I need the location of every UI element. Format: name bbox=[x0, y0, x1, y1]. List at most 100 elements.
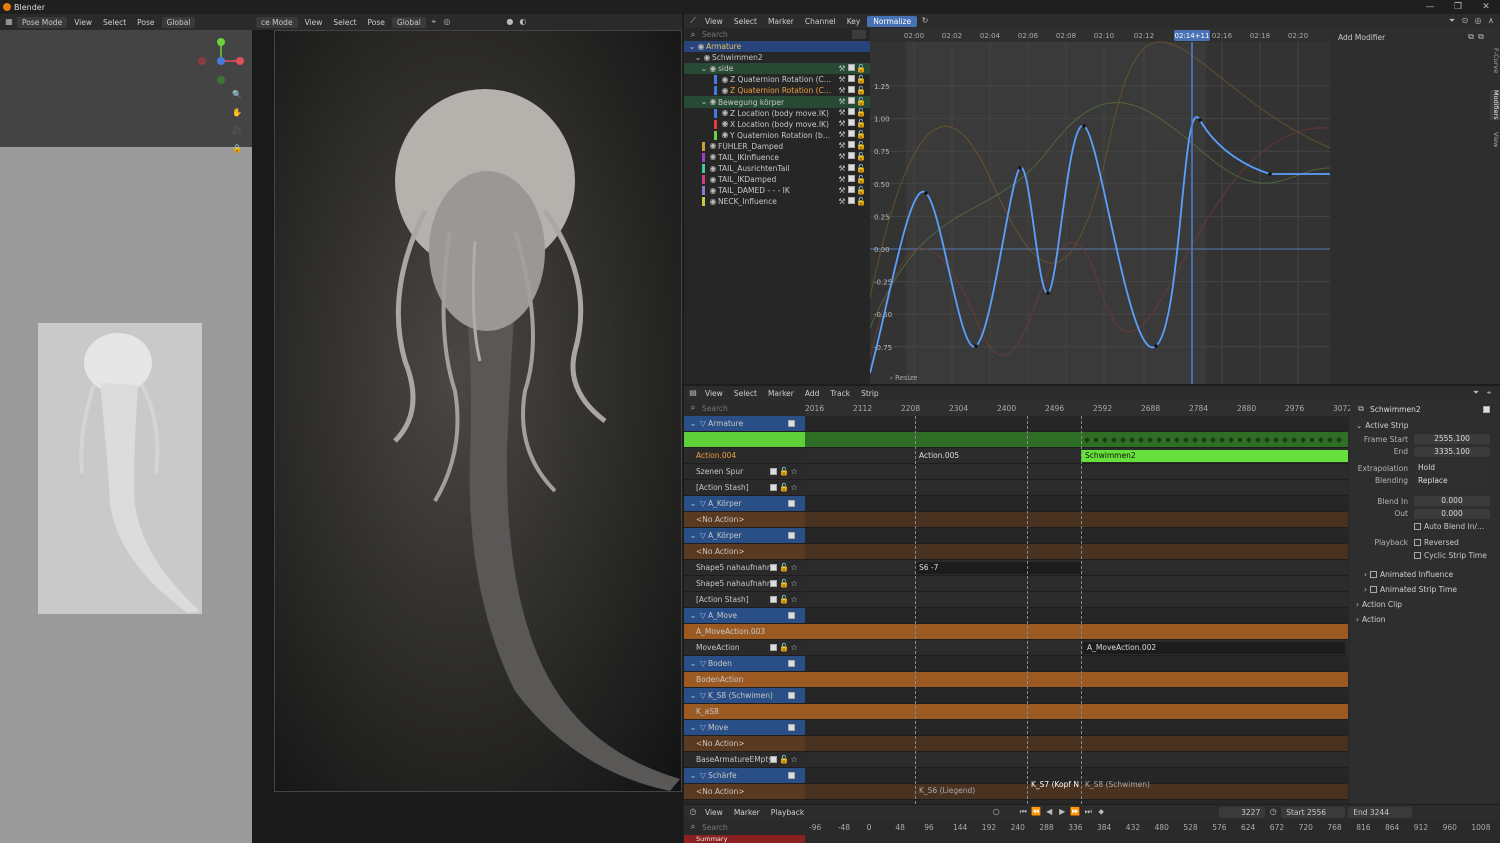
start-frame-field[interactable]: Start 2556 bbox=[1281, 806, 1346, 818]
nla-channel-row[interactable]: BaseArmatureEMptyAc 🔓☆ bbox=[684, 752, 805, 768]
nla-menu-view[interactable]: View bbox=[701, 389, 727, 398]
menu-view[interactable]: View bbox=[70, 18, 96, 27]
graph-canvas[interactable]: 02:00 02:02 02:04 02:06 02:08 02:10 02:12 02:16… bbox=[869, 28, 1331, 384]
orientation-dropdown[interactable]: Global bbox=[161, 16, 196, 28]
nla-menu-add[interactable]: Add bbox=[801, 389, 824, 398]
nla-channel-row[interactable]: K_aS8 bbox=[684, 704, 805, 720]
graph-search-bar[interactable]: ⌕ Search bbox=[684, 28, 870, 41]
nla-enable-checkbox[interactable] bbox=[788, 532, 795, 539]
strip-name[interactable]: Schwimmen2 bbox=[1370, 405, 1479, 414]
nla-track-lane[interactable] bbox=[805, 720, 1348, 736]
play-icon[interactable]: ▶ bbox=[1057, 807, 1067, 817]
section-active-strip[interactable]: ⌄ Active Strip bbox=[1356, 418, 1490, 433]
expand-arrow-icon[interactable] bbox=[706, 119, 714, 129]
navigation-gizmo[interactable] bbox=[196, 36, 252, 108]
graph-menu-view[interactable]: View bbox=[701, 17, 727, 26]
paste-modifier-icon[interactable]: ⧉ bbox=[1476, 32, 1486, 42]
blend-out-field[interactable]: 0.000 bbox=[1414, 508, 1490, 519]
prev-key-icon[interactable]: ⏪ bbox=[1031, 807, 1041, 817]
track-mute-checkbox[interactable] bbox=[770, 484, 777, 491]
modifier-wrench-icon[interactable]: ⚒ bbox=[837, 164, 847, 174]
graph-channel-row[interactable]: ⌄ ◉ Schwimmen2 bbox=[684, 52, 870, 63]
sidebar-tab-modifiers[interactable]: Modifiers bbox=[1490, 90, 1500, 120]
lock-icon[interactable]: 🔒 bbox=[232, 144, 242, 154]
snap-icon[interactable]: ⌖ bbox=[429, 17, 439, 27]
strip-action-005[interactable]: Action.005 bbox=[915, 450, 1079, 462]
shading-material-icon[interactable]: ◐ bbox=[518, 17, 528, 27]
solo-star-icon[interactable]: ☆ bbox=[789, 563, 799, 573]
modifier-wrench-icon[interactable]: ⚒ bbox=[837, 64, 847, 74]
graph-channel-row[interactable]: ◉ TAIL_AusrichtenTail ⚒ 🔓 bbox=[684, 163, 870, 174]
track-lock-icon[interactable]: 🔓 bbox=[779, 643, 789, 653]
menu-select-2[interactable]: Select bbox=[329, 18, 360, 27]
modifier-wrench-icon[interactable]: ⚒ bbox=[837, 152, 847, 162]
visibility-eye-icon[interactable]: ◉ bbox=[708, 152, 718, 162]
nla-channel-row[interactable]: ⌄ ▽ K_S8 (Schwimen) bbox=[684, 688, 805, 704]
modifier-wrench-icon[interactable]: ⚒ bbox=[837, 86, 847, 96]
nla-track-lane[interactable] bbox=[805, 592, 1348, 608]
nla-enable-checkbox[interactable] bbox=[788, 692, 795, 699]
solo-star-icon[interactable]: ☆ bbox=[789, 755, 799, 765]
nla-channel-row[interactable]: A_MoveAction.003 bbox=[684, 624, 805, 640]
nla-track-lane[interactable] bbox=[805, 704, 1348, 720]
nla-track-lane[interactable] bbox=[805, 688, 1348, 704]
nla-channel-row[interactable]: ⌄ ▽ A_Körper bbox=[684, 528, 805, 544]
auto-blend-checkbox[interactable] bbox=[1414, 522, 1421, 530]
nla-track-lane[interactable] bbox=[805, 496, 1348, 512]
visibility-eye-icon[interactable]: ◉ bbox=[708, 97, 718, 107]
visibility-eye-icon[interactable]: ◉ bbox=[708, 141, 718, 151]
timeline-search[interactable]: ⌕ Search bbox=[684, 820, 805, 834]
graph-channel-row[interactable]: ◉Y Quaternion Rotation (body move.IK)⚒🔓 bbox=[684, 130, 870, 141]
track-mute-checkbox[interactable] bbox=[770, 468, 777, 475]
timeline[interactable]: ◷ View Marker Playback ○ ⏮ ⏪ ◀ ▶ ⏩ ⏭ ⬥ 3… bbox=[684, 805, 1500, 843]
keyframe-point[interactable] bbox=[924, 191, 928, 195]
channel-lock-icon[interactable]: 🔓 bbox=[856, 108, 866, 118]
channel-lock-icon[interactable]: 🔓 bbox=[856, 64, 866, 74]
expand-arrow-icon[interactable]: ⌄ bbox=[688, 723, 698, 733]
timeline-editor-type-icon[interactable]: ◷ bbox=[688, 807, 698, 817]
channel-lock-icon[interactable]: 🔓 bbox=[856, 175, 866, 185]
nla-channel-row[interactable]: MoveAction 🔓 ☆ bbox=[684, 640, 805, 656]
nla-channel-row[interactable] bbox=[684, 432, 805, 448]
channel-lock-icon[interactable]: 🔓 bbox=[856, 152, 866, 162]
graph-channel-row[interactable]: ⌄ ◉ side ⚒ 🔓 bbox=[684, 63, 870, 75]
sidebar-tab-view[interactable]: View bbox=[1490, 132, 1500, 147]
nla-menu-select[interactable]: Select bbox=[730, 389, 761, 398]
track-mute-checkbox[interactable] bbox=[770, 644, 777, 651]
nla-channel-row[interactable]: ⌄ ▽ Schärfe bbox=[684, 768, 805, 784]
channel-lock-icon[interactable]: 🔓 bbox=[856, 130, 866, 140]
expand-arrow-icon[interactable] bbox=[694, 141, 702, 151]
filter-icon[interactable]: ⏷ bbox=[1447, 16, 1457, 26]
section-action-clip[interactable]: › Action Clip bbox=[1356, 597, 1490, 612]
expand-arrow-icon[interactable]: ⌄ bbox=[688, 659, 698, 669]
animated-strip-time-checkbox[interactable] bbox=[1370, 585, 1377, 593]
nla-track-lane[interactable] bbox=[805, 656, 1348, 672]
zoom-icon[interactable]: 🔍 bbox=[232, 90, 242, 100]
visibility-eye-icon[interactable]: ◉ bbox=[720, 119, 730, 129]
nla-track-lane[interactable] bbox=[805, 736, 1348, 752]
graph-channel-row[interactable]: ◉ Z Location (body move.IK) ⚒ 🔓 bbox=[684, 108, 870, 119]
solo-star-icon[interactable]: ☆ bbox=[789, 579, 799, 589]
expand-arrow-icon[interactable]: ⌄ bbox=[688, 499, 698, 509]
expand-arrow-icon[interactable]: ⌄ bbox=[688, 691, 698, 701]
mute-checkbox[interactable] bbox=[848, 97, 855, 105]
strip-schwimmen2[interactable]: Schwimmen2 bbox=[1081, 450, 1348, 462]
visibility-eye-icon[interactable]: ◉ bbox=[708, 197, 718, 207]
graph-channel-row[interactable]: ◉ NECK_Influence ⚒ 🔓 bbox=[684, 196, 870, 207]
normalize-toggle[interactable]: Normalize bbox=[867, 15, 918, 27]
animated-influence-checkbox[interactable] bbox=[1370, 570, 1377, 578]
graph-channel-row[interactable]: ◉ TAIL_IKInfluence ⚒ 🔓 bbox=[684, 152, 870, 163]
editor-type-icon[interactable]: ▦ bbox=[4, 17, 14, 27]
camera-viewport[interactable]: ce Mode View Select Pose Global ⌖ ◎ ● ◐ bbox=[252, 14, 682, 843]
mute-checkbox[interactable] bbox=[848, 185, 855, 193]
expand-arrow-icon[interactable] bbox=[706, 108, 714, 118]
channel-lock-icon[interactable]: 🔓 bbox=[856, 141, 866, 151]
modifier-wrench-icon[interactable]: ⚒ bbox=[837, 186, 847, 196]
track-lock-icon[interactable]: 🔓 bbox=[779, 579, 789, 589]
mute-checkbox[interactable] bbox=[848, 119, 855, 127]
graph-channel-row[interactable]: ⌄ ◉ Bewegung körper ⚒ 🔓 bbox=[684, 96, 870, 108]
visibility-eye-icon[interactable]: ◉ bbox=[708, 64, 718, 74]
end-frame-field[interactable]: End 3244 bbox=[1348, 806, 1413, 818]
menu-select[interactable]: Select bbox=[99, 18, 130, 27]
keyframe-point[interactable] bbox=[1154, 344, 1158, 348]
